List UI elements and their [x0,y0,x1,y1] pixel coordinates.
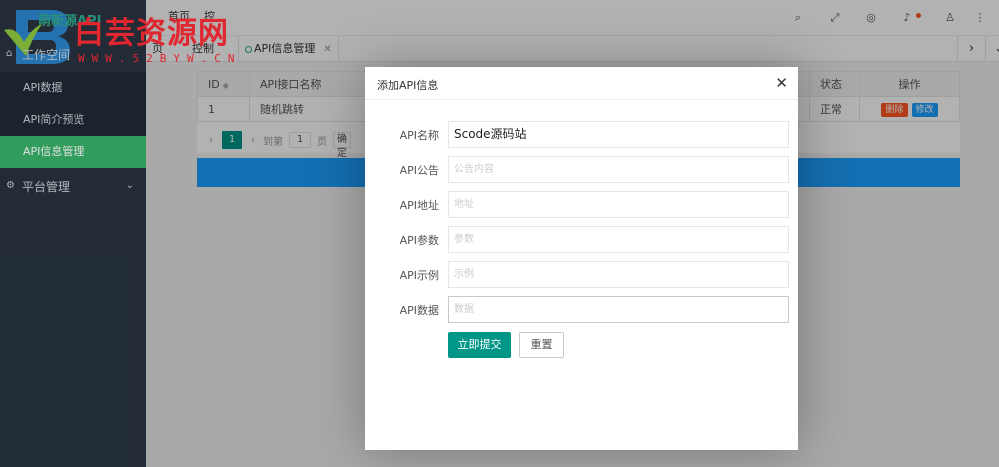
field-label: API数据 [399,304,439,317]
form-row-example: API示例 示例 [365,261,798,288]
field-label: API公告 [399,164,439,177]
dialog-title: 添加API信息 [377,79,439,92]
field-label: API示例 [399,269,439,282]
form-row-params: API参数 参数 [365,226,798,253]
field-label: API名称 [399,129,439,142]
watermark-url: WWW.52BYW.CN [78,52,242,65]
submit-button[interactable]: 立即提交 [448,332,511,358]
sidebar-shade [0,0,146,467]
api-name-input[interactable]: Scode源码站 [448,121,789,148]
close-icon[interactable]: ✕ [775,74,788,92]
api-example-input[interactable]: 示例 [448,261,789,288]
field-label: API参数 [399,234,439,247]
form-row-data: API数据 数据 [365,296,798,323]
field-label: API地址 [399,199,439,212]
add-api-dialog: 添加API信息 ✕ API名称 Scode源码站 API公告 公告内容 API地… [365,67,798,450]
form-row-address: API地址 地址 [365,191,798,218]
api-notice-input[interactable]: 公告内容 [448,156,789,183]
reset-button[interactable]: 重置 [519,332,564,358]
api-address-input[interactable]: 地址 [448,191,789,218]
form-row-notice: API公告 公告内容 [365,156,798,183]
api-params-input[interactable]: 参数 [448,226,789,253]
form-row-name: API名称 Scode源码站 [365,121,798,148]
api-data-input[interactable]: 数据 [448,296,789,323]
dialog-header: 添加API信息 ✕ [365,67,798,100]
watermark-title: 白芸资源网 [74,16,229,51]
